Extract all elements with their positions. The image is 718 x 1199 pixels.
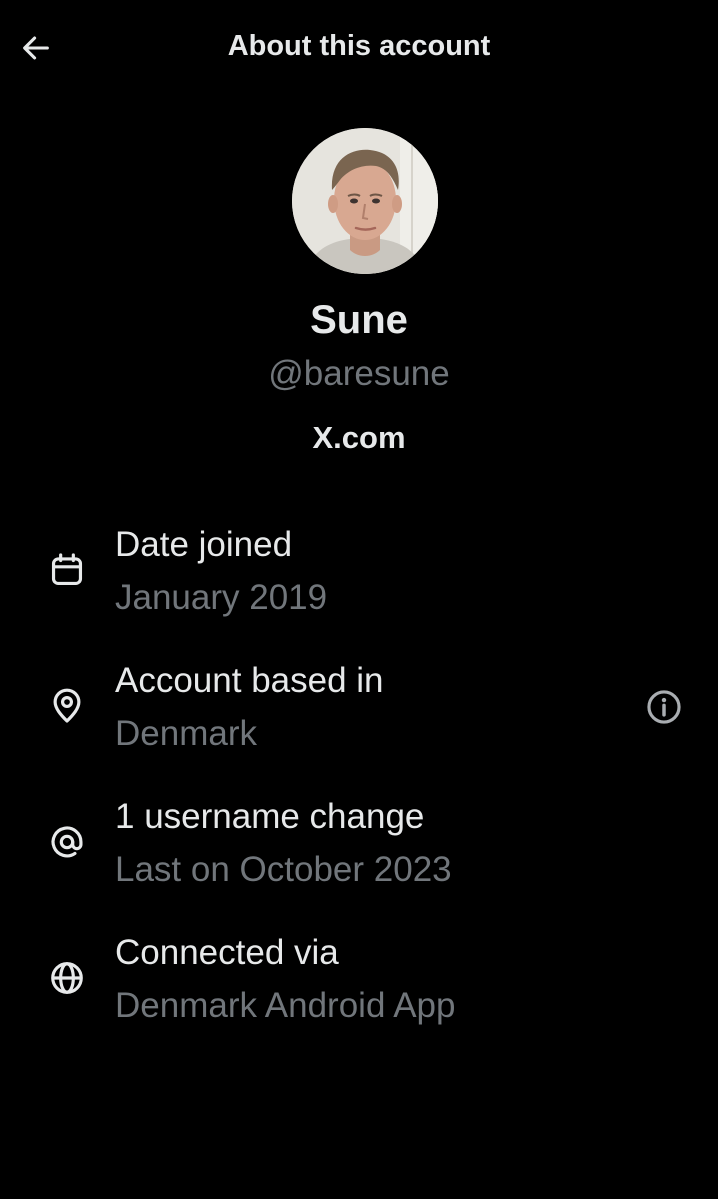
info-icon	[647, 690, 681, 724]
date-joined-value: January 2019	[115, 578, 328, 617]
page-title: About this account	[227, 30, 491, 62]
date-joined-row: Date joined January 2019	[0, 525, 718, 635]
avatar-photo	[292, 128, 438, 274]
at-sign-icon	[46, 821, 88, 863]
avatar[interactable]	[292, 128, 438, 274]
connected-via-row: Connected via Denmark Android App	[0, 933, 718, 1043]
source-label: X.com	[312, 420, 406, 455]
handle: @baresune	[268, 354, 450, 393]
connected-via-label: Connected via	[115, 933, 339, 972]
account-based-in-row: Account based in Denmark	[0, 661, 718, 771]
globe-icon	[46, 957, 88, 999]
date-joined-label: Date joined	[115, 525, 293, 564]
account-based-in-value: Denmark	[115, 714, 257, 753]
username-change-value: Last on October 2023	[115, 850, 452, 889]
info-button[interactable]	[642, 685, 686, 729]
connected-via-value: Denmark Android App	[115, 986, 456, 1025]
account-based-in-label: Account based in	[115, 661, 384, 700]
display-name: Sune	[310, 298, 408, 342]
username-change-row: 1 username change Last on October 2023	[0, 797, 718, 907]
top-bar: About this account	[0, 0, 718, 98]
username-change-label: 1 username change	[115, 797, 425, 836]
calendar-icon	[46, 549, 88, 591]
location-pin-icon	[46, 685, 88, 727]
